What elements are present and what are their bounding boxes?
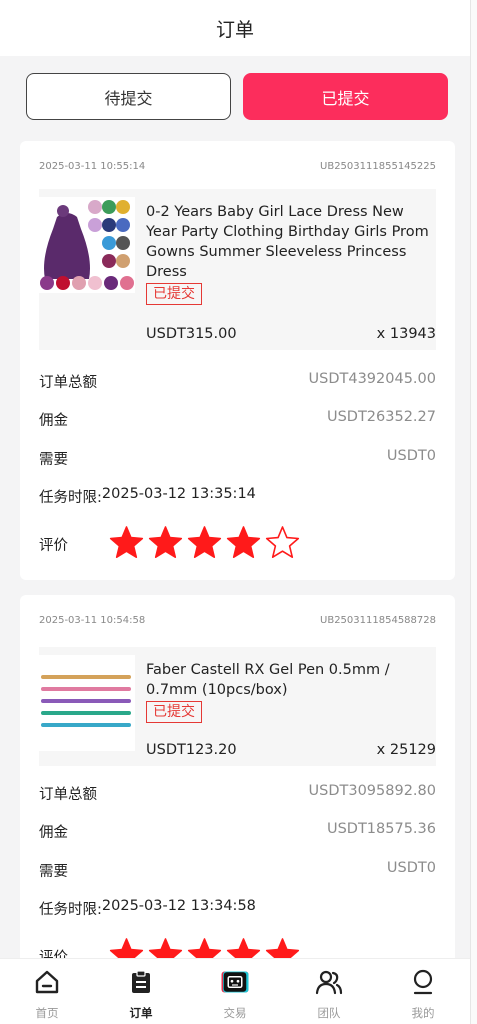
nav-label: 我的 [411, 1006, 435, 1020]
nav-label: 订单 [129, 1006, 153, 1020]
scrollbar[interactable] [470, 0, 477, 1024]
order-total-row: 订单总额 USDT4392045.00 [39, 371, 436, 392]
product-title: 0-2 Years Baby Girl Lace Dress New Year … [146, 204, 429, 280]
clipboard-icon [126, 967, 156, 997]
nav-label: 首页 [35, 1006, 59, 1020]
home-icon [32, 967, 62, 997]
nav-team[interactable]: 团队 [289, 959, 369, 1021]
required-label: 需要 [39, 452, 68, 468]
order-tabs: 待提交 已提交 [26, 73, 448, 120]
star-empty-icon[interactable] [265, 525, 300, 564]
nav-orders[interactable]: 订单 [101, 959, 181, 1021]
order-total-value: USDT4392045.00 [308, 371, 436, 387]
deadline-value: 2025-03-12 13:35:14 [101, 486, 256, 502]
user-icon [408, 967, 438, 997]
star-filled-icon[interactable] [109, 525, 144, 564]
robot-icon [220, 967, 250, 997]
required-label: 需要 [39, 864, 68, 880]
order-total-value: USDT3095892.80 [308, 783, 436, 799]
order-total-row: 订单总额 USDT3095892.80 [39, 783, 436, 804]
page-header: 订单 [0, 0, 470, 56]
deadline-label: 任务时限: [39, 902, 102, 918]
order-total-label: 订单总额 [39, 787, 97, 803]
commission-label: 佣金 [39, 825, 68, 841]
commission-value: USDT18575.36 [326, 821, 436, 837]
order-total-label: 订单总额 [39, 375, 97, 391]
page-title: 订单 [215, 18, 254, 41]
product-image-dress [39, 197, 135, 293]
star-filled-icon[interactable] [148, 525, 183, 564]
commission-row: 佣金 USDT26352.27 [39, 409, 436, 430]
order-time: 2025-03-11 10:54:58 [39, 615, 146, 626]
bottom-nav: 首页 订单 交易 团队 我的 [0, 958, 470, 1024]
order-time: 2025-03-11 10:55:14 [39, 161, 146, 172]
nav-label: 交易 [223, 1006, 247, 1020]
product-price: USDT315.00 [146, 326, 237, 342]
rating-stars [109, 525, 300, 564]
nav-label: 团队 [317, 1006, 341, 1020]
product-title: Faber Castell RX Gel Pen 0.5mm / 0.7mm (… [146, 662, 390, 698]
deadline-row: 任务时限: 2025-03-12 13:35:14 [39, 486, 436, 507]
product-row[interactable]: 0-2 Years Baby Girl Lace Dress New Year … [39, 189, 436, 350]
order-id: UB2503111854588728 [320, 615, 436, 626]
product-quantity: x 13943 [376, 326, 436, 342]
required-row: 需要 USDT0 [39, 448, 436, 469]
rating-label: 评价 [39, 538, 68, 554]
commission-value: USDT26352.27 [326, 409, 436, 425]
commission-label: 佣金 [39, 413, 68, 429]
nav-profile[interactable]: 我的 [383, 959, 463, 1021]
product-quantity: x 25129 [376, 742, 436, 758]
product-image-pens [39, 655, 135, 751]
deadline-row: 任务时限: 2025-03-12 13:34:58 [39, 898, 436, 919]
star-filled-icon[interactable] [226, 525, 261, 564]
order-card: 2025-03-11 10:54:58 UB2503111854588728 F… [20, 595, 455, 975]
product-row[interactable]: Faber Castell RX Gel Pen 0.5mm / 0.7mm (… [39, 647, 436, 766]
order-id: UB2503111855145225 [320, 161, 436, 172]
star-filled-icon[interactable] [187, 525, 222, 564]
required-row: 需要 USDT0 [39, 860, 436, 881]
required-value: USDT0 [386, 448, 436, 464]
deadline-value: 2025-03-12 13:34:58 [101, 898, 256, 914]
team-icon [314, 967, 344, 997]
deadline-label: 任务时限: [39, 490, 102, 506]
status-badge: 已提交 [146, 283, 202, 305]
status-badge: 已提交 [146, 701, 202, 723]
product-price: USDT123.20 [146, 742, 237, 758]
rating-row: 评价 [39, 525, 436, 564]
nav-home[interactable]: 首页 [7, 959, 87, 1021]
tab-pending[interactable]: 待提交 [26, 73, 231, 120]
required-value: USDT0 [386, 860, 436, 876]
nav-trade[interactable]: 交易 [195, 959, 275, 1021]
tab-submitted[interactable]: 已提交 [243, 73, 448, 120]
order-card: 2025-03-11 10:55:14 UB2503111855145225 0… [20, 141, 455, 580]
commission-row: 佣金 USDT18575.36 [39, 821, 436, 842]
